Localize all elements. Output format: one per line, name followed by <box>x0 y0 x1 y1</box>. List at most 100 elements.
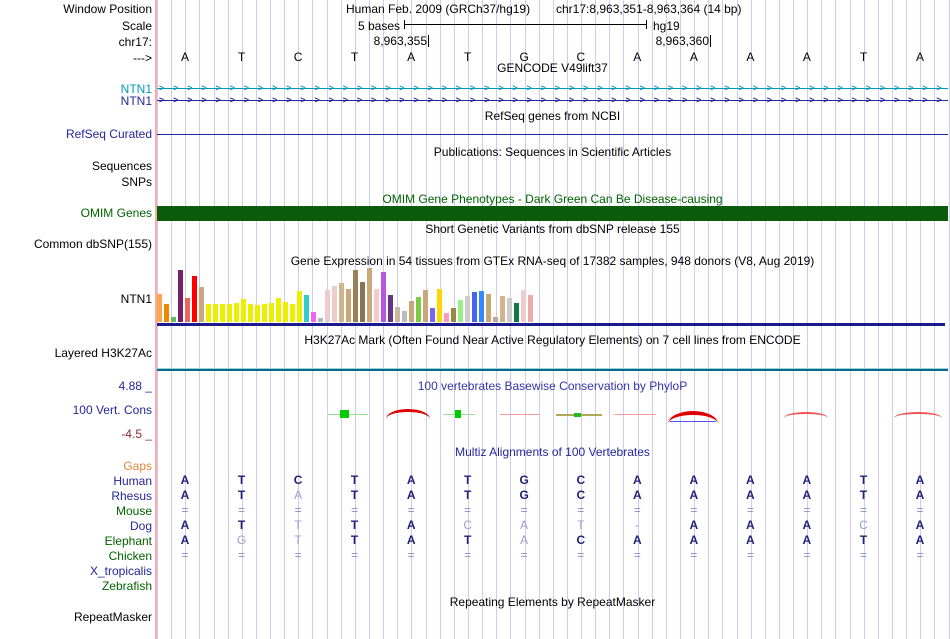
gtex-tissue-bar[interactable] <box>290 304 295 322</box>
gtex-tissue-bar[interactable] <box>430 308 435 322</box>
alignment-base: C <box>293 473 303 487</box>
gtex-tissue-bar[interactable] <box>360 282 365 322</box>
gtex-tissue-bar[interactable] <box>262 304 267 322</box>
species-label-dog[interactable]: Dog <box>130 519 152 533</box>
gtex-tissue-bar[interactable] <box>416 297 421 322</box>
gtex-tissue-bar[interactable] <box>199 287 204 322</box>
gtex-tissue-bar[interactable] <box>528 295 533 322</box>
repeatmasker-label[interactable]: RepeatMasker <box>74 610 152 624</box>
gtex-tissue-bar[interactable] <box>486 294 491 322</box>
gtex-tissue-bar[interactable] <box>402 311 407 322</box>
omim-genes-label[interactable]: OMIM Genes <box>81 206 152 220</box>
gtex-tissue-bar[interactable] <box>451 308 456 322</box>
alignment-base: T <box>237 518 246 532</box>
species-label-elephant[interactable]: Elephant <box>105 534 152 548</box>
alignment-base: = <box>464 503 472 517</box>
gtex-bar-chart[interactable] <box>157 268 537 322</box>
species-label-gaps[interactable]: Gaps <box>123 459 152 473</box>
gtex-tissue-bar[interactable] <box>276 298 281 322</box>
gtex-tissue-bar[interactable] <box>521 290 526 322</box>
gtex-tissue-bar[interactable] <box>409 301 414 322</box>
h3k27ac-line-dark[interactable] <box>157 369 948 371</box>
gtex-tissue-bar[interactable] <box>213 304 218 322</box>
gtex-tissue-bar[interactable] <box>339 283 344 322</box>
strand-arrow-icon: > <box>611 83 617 93</box>
phylop-track-label[interactable]: 100 Vert. Cons <box>73 403 152 417</box>
refseq-curated-label[interactable]: RefSeq Curated <box>66 127 152 141</box>
h3k27ac-label[interactable]: Layered H3K27Ac <box>55 346 152 360</box>
gtex-tissue-bar[interactable] <box>241 299 246 322</box>
gtex-tissue-bar[interactable] <box>493 317 498 322</box>
gtex-tissue-bar[interactable] <box>297 291 302 322</box>
strand-arrow-icon: > <box>173 95 179 105</box>
gtex-tissue-bar[interactable] <box>479 291 484 322</box>
gtex-tissue-bar[interactable] <box>255 305 260 322</box>
omim-gene-bar[interactable] <box>157 206 948 221</box>
gtex-tissue-bar[interactable] <box>157 294 162 322</box>
gtex-tissue-bar[interactable] <box>458 300 463 322</box>
strand-arrow-icon: > <box>512 83 518 93</box>
gtex-tissue-bar[interactable] <box>367 268 372 322</box>
strand-arrow-icon: > <box>894 95 900 105</box>
strand-arrow-icon: > <box>243 95 250 105</box>
gtex-tissue-bar[interactable] <box>500 296 505 322</box>
alignment-base: A <box>689 533 699 547</box>
gtex-tissue-bar[interactable] <box>164 304 169 322</box>
gtex-tissue-bar[interactable] <box>185 298 190 322</box>
strand-arrow-icon: > <box>399 83 405 93</box>
gtex-tissue-bar[interactable] <box>311 312 316 322</box>
gtex-tissue-bar[interactable] <box>388 295 393 322</box>
gtex-tissue-bar[interactable] <box>206 304 211 322</box>
species-label-zebrafish[interactable]: Zebrafish <box>102 579 152 593</box>
alignment-base: T <box>464 488 472 502</box>
multiz-title: Multiz Alignments of 100 Vertebrates <box>455 445 650 459</box>
strand-arrow-icon: > <box>257 83 264 93</box>
gtex-tissue-bar[interactable] <box>423 290 428 322</box>
alignment-base: A <box>915 473 925 487</box>
species-label-rhesus[interactable]: Rhesus <box>111 489 152 503</box>
alignment-base: C <box>576 533 586 547</box>
species-label-x_tropicalis[interactable]: X_tropicalis <box>90 564 152 578</box>
gtex-tissue-bar[interactable] <box>171 317 176 322</box>
gtex-tissue-bar[interactable] <box>444 313 449 322</box>
gtex-tissue-bar[interactable] <box>332 286 337 322</box>
gtex-tissue-bar[interactable] <box>346 289 351 322</box>
gtex-tissue-bar[interactable] <box>353 270 358 322</box>
gtex-tissue-bar[interactable] <box>178 270 183 322</box>
snps-label[interactable]: SNPs <box>121 175 152 189</box>
sequences-label[interactable]: Sequences <box>92 159 152 173</box>
gtex-tissue-bar[interactable] <box>283 302 288 322</box>
dbsnp-label[interactable]: Common dbSNP(155) <box>34 237 152 251</box>
gtex-tissue-bar[interactable] <box>437 289 442 322</box>
gtex-tissue-bar[interactable] <box>374 289 379 322</box>
gtex-tissue-bar[interactable] <box>248 304 253 322</box>
species-label-mouse[interactable]: Mouse <box>116 504 152 518</box>
gtex-tissue-bar[interactable] <box>220 304 225 322</box>
strand-arrow-icon: > <box>639 83 645 93</box>
species-label-chicken[interactable]: Chicken <box>109 549 152 563</box>
gtex-tissue-bar[interactable] <box>227 304 232 322</box>
strand-arrow-icon: > <box>286 83 292 93</box>
alignment-base: T <box>859 473 868 487</box>
species-label-human[interactable]: Human <box>113 474 152 488</box>
coord-left: 8,963,355 <box>373 34 427 48</box>
alignment-base: T <box>464 533 472 547</box>
gtex-tissue-bar[interactable] <box>192 276 197 322</box>
alignment-base: T <box>577 518 585 532</box>
gtex-tissue-bar[interactable] <box>269 303 274 322</box>
gtex-tissue-bar[interactable] <box>514 303 519 322</box>
gtex-tissue-bar[interactable] <box>234 303 239 322</box>
gtex-tissue-bar[interactable] <box>318 318 323 322</box>
gtex-tissue-bar[interactable] <box>381 272 386 322</box>
gtex-tissue-bar[interactable] <box>507 298 512 322</box>
gtex-gene-label[interactable]: NTN1 <box>121 292 152 306</box>
strand-arrow-icon: > <box>159 95 165 105</box>
refseq-gene-line[interactable] <box>157 134 948 135</box>
gtex-tissue-bar[interactable] <box>395 307 400 322</box>
gtex-tissue-bar[interactable] <box>304 295 309 322</box>
gtex-tissue-bar[interactable] <box>472 292 477 322</box>
gtex-tissue-bar[interactable] <box>325 290 330 322</box>
gtex-tissue-bar[interactable] <box>465 296 470 322</box>
repeatmasker-title: Repeating Elements by RepeatMasker <box>449 595 656 609</box>
gene-label-ntn1-b[interactable]: NTN1 <box>121 94 152 108</box>
